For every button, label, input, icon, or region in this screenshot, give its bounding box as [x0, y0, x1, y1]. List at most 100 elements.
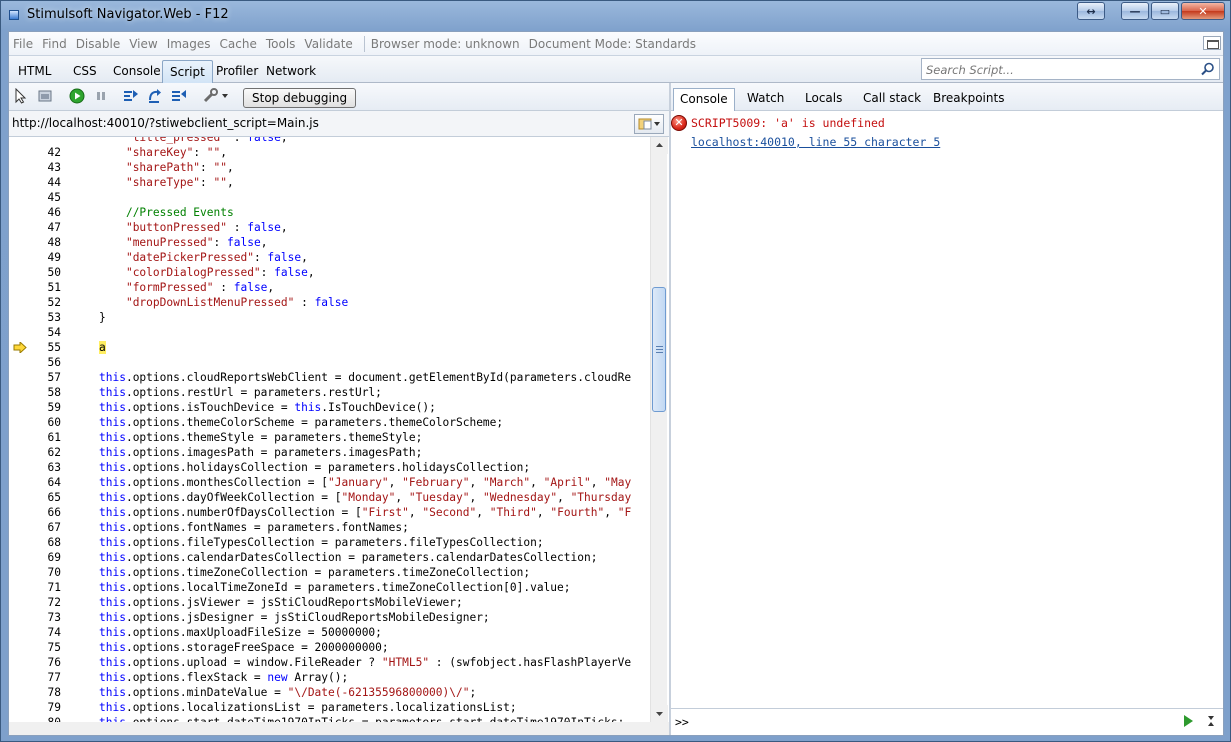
exception-settings-icon[interactable]: [203, 88, 229, 104]
line-number[interactable]: 64: [31, 475, 61, 490]
line-number[interactable]: 49: [31, 250, 61, 265]
close-button[interactable]: ✕: [1181, 2, 1225, 20]
line-number[interactable]: 50: [31, 265, 61, 280]
break-all-icon[interactable]: [93, 88, 109, 104]
console-input[interactable]: >>: [671, 708, 1223, 735]
code-line: 44 "shareType": "",: [9, 175, 649, 190]
code-line: 53}: [9, 310, 649, 325]
menu-cache[interactable]: Cache: [220, 37, 257, 51]
line-number[interactable]: 52: [31, 295, 61, 310]
code-line: 45: [9, 190, 649, 205]
line-number[interactable]: 76: [31, 655, 61, 670]
menu-validate[interactable]: Validate: [304, 37, 352, 51]
line-number[interactable]: 46: [31, 205, 61, 220]
tab-css[interactable]: CSS: [66, 60, 104, 83]
run-script-icon[interactable]: [1184, 715, 1193, 727]
editor-vertical-scrollbar[interactable]: [650, 137, 668, 722]
line-number[interactable]: 44: [31, 175, 61, 190]
line-number[interactable]: 77: [31, 670, 61, 685]
line-number[interactable]: 51: [31, 280, 61, 295]
code-text: "shareType": "",: [125, 176, 234, 189]
line-number[interactable]: 68: [31, 535, 61, 550]
menu-browser-mode[interactable]: Browser mode: unknown: [371, 37, 520, 51]
select-element-icon[interactable]: [13, 88, 29, 104]
menu-tools[interactable]: Tools: [266, 37, 296, 51]
line-number[interactable]: 59: [31, 400, 61, 415]
step-out-icon[interactable]: [171, 88, 187, 104]
step-over-icon[interactable]: [147, 88, 163, 104]
code-text: "title_pressed" : false,: [125, 137, 288, 144]
search-icon[interactable]: [1201, 62, 1215, 76]
line-number[interactable]: 65: [31, 490, 61, 505]
title-bar[interactable]: Stimulsoft Navigator.Web - F12 ↔ — ▭ ✕: [1, 1, 1230, 30]
line-number[interactable]: 45: [31, 190, 61, 205]
line-number[interactable]: 79: [31, 700, 61, 715]
continue-icon[interactable]: [69, 88, 85, 104]
line-number[interactable]: 42: [31, 145, 61, 160]
clear-browser-cache-icon[interactable]: [37, 88, 53, 104]
scroll-up-arrow[interactable]: [651, 137, 668, 154]
line-number[interactable]: 73: [31, 610, 61, 625]
search-script-input[interactable]: Search Script...: [921, 58, 1220, 80]
step-into-icon[interactable]: [123, 88, 139, 104]
line-number[interactable]: 62: [31, 445, 61, 460]
line-number[interactable]: 67: [31, 520, 61, 535]
code-line: 77 this.options.flexStack = new Array();: [9, 670, 649, 685]
line-number[interactable]: 80: [31, 715, 61, 722]
line-number[interactable]: 43: [31, 160, 61, 175]
line-number[interactable]: 71: [31, 580, 61, 595]
tab-locals[interactable]: Locals: [799, 88, 848, 111]
code-line: 75 this.options.storageFreeSpace = 200000…: [9, 640, 649, 655]
restore-window-icon[interactable]: [1203, 36, 1221, 50]
error-location-link[interactable]: localhost:40010, line 55 character 5: [691, 135, 940, 149]
line-number[interactable]: 61: [31, 430, 61, 445]
code-line: 46 //Pressed Events: [9, 205, 649, 220]
code-line: 55 a: [9, 340, 649, 355]
tab-profiler[interactable]: Profiler: [209, 60, 265, 83]
line-number[interactable]: 78: [31, 685, 61, 700]
line-number[interactable]: 60: [31, 415, 61, 430]
minimize-button[interactable]: —: [1121, 2, 1149, 20]
line-number[interactable]: 53: [31, 310, 61, 325]
line-number[interactable]: 66: [31, 505, 61, 520]
line-number[interactable]: 55: [31, 340, 61, 355]
stop-debugging-button[interactable]: Stop debugging: [243, 88, 357, 108]
tab-breakpoints[interactable]: Breakpoints: [927, 88, 1010, 111]
pin-toggle-button[interactable]: ↔: [1077, 2, 1105, 20]
scroll-down-arrow[interactable]: [651, 705, 668, 722]
multiline-mode-icon[interactable]: [1205, 714, 1217, 728]
editor-horizontal-scrollbar[interactable]: [9, 722, 669, 735]
line-number[interactable]: 75: [31, 640, 61, 655]
menu-disable[interactable]: Disable: [76, 37, 121, 51]
script-file-dropdown[interactable]: [634, 114, 664, 134]
debug-pane-tab-bar: Console Watch Locals Call stack Breakpoi…: [671, 83, 1223, 111]
tab-html[interactable]: HTML: [11, 60, 58, 83]
tab-call-stack[interactable]: Call stack: [857, 88, 927, 111]
line-number[interactable]: 58: [31, 385, 61, 400]
script-path-bar: http://localhost:40010/?stiwebclient_scr…: [9, 111, 669, 137]
menu-images[interactable]: Images: [167, 37, 211, 51]
line-number[interactable]: 74: [31, 625, 61, 640]
menu-file[interactable]: File: [13, 37, 33, 51]
menu-find[interactable]: Find: [42, 37, 67, 51]
line-number[interactable]: 57: [31, 370, 61, 385]
menu-document-mode[interactable]: Document Mode: Standards: [529, 37, 696, 51]
tab-watch[interactable]: Watch: [741, 88, 790, 111]
line-number[interactable]: 70: [31, 565, 61, 580]
line-number[interactable]: 63: [31, 460, 61, 475]
line-number[interactable]: 69: [31, 550, 61, 565]
line-number[interactable]: 47: [31, 220, 61, 235]
tab-console-pane[interactable]: Console: [673, 88, 735, 111]
scroll-thumb[interactable]: [652, 287, 666, 412]
tab-console[interactable]: Console: [106, 60, 168, 83]
tab-script[interactable]: Script: [162, 60, 213, 83]
line-number[interactable]: 72: [31, 595, 61, 610]
line-number[interactable]: 56: [31, 355, 61, 370]
menu-view[interactable]: View: [129, 37, 157, 51]
maximize-button[interactable]: ▭: [1151, 2, 1179, 20]
tab-network[interactable]: Network: [259, 60, 323, 83]
line-number[interactable]: 48: [31, 235, 61, 250]
line-number[interactable]: 54: [31, 325, 61, 340]
code-text: this.options.jsDesigner = jsStiCloudRepo…: [99, 611, 490, 624]
script-source-editor[interactable]: "title_pressed" : false, 42 "shareKey": "…: [9, 137, 669, 722]
